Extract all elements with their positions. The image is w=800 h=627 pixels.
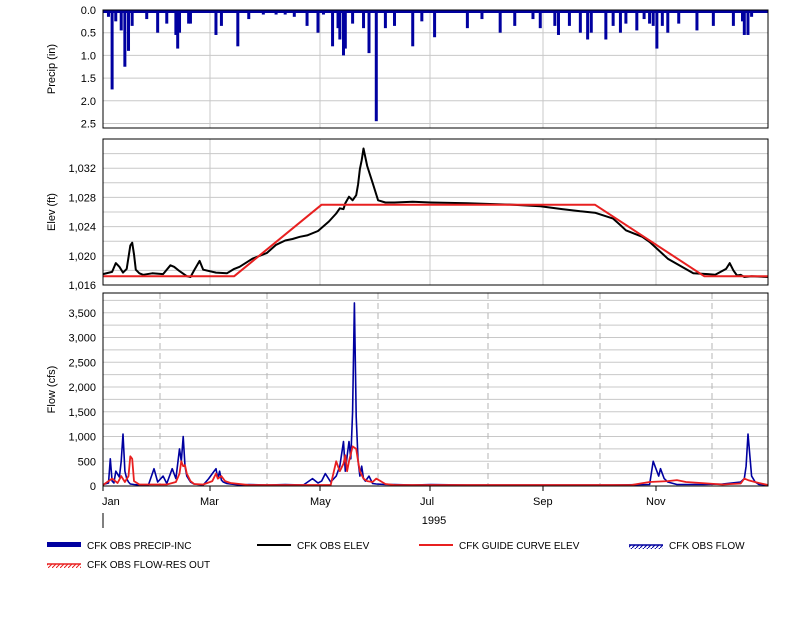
legend-precip: CFK OBS PRECIP-INC [47,541,191,552]
flow-y-tick: 1,500 [68,407,96,419]
precip-bar [316,10,320,33]
flow-y-tick: 3,500 [68,308,96,320]
precip-bar [498,10,502,33]
grid-layer [103,9,768,487]
precip-y-tick: 1.5 [81,73,96,85]
flow-y-tick: 3,000 [68,333,96,345]
legend-guide: CFK GUIDE CURVE ELEV [419,541,580,552]
precip-bar [178,10,182,33]
precip-bar [236,10,240,47]
precip-bar [433,10,437,38]
elev-y-tick: 1,020 [68,251,96,263]
precip-bar [589,10,593,33]
precip-bar [578,10,582,33]
flow-y-tick: 0 [90,481,96,493]
x-tick-label: May [310,496,331,508]
precip-bar [635,10,639,31]
flow-y-tick: 500 [78,456,96,468]
legend-flow: CFK OBS FLOW [629,541,745,552]
precip-bar [556,10,560,35]
flow-series-line [102,302,769,486]
elev-y-tick: 1,024 [68,222,96,234]
elev-y-label: Elev (ft) [46,193,58,231]
elev-y-tick: 1,028 [68,192,96,204]
precip-bar [343,10,347,49]
precip-bar [338,10,342,40]
precip-bar [604,10,608,40]
precip-bar [655,10,659,49]
precip-bar [119,10,123,31]
x-tick-label: Jul [420,496,434,508]
precip-bar [367,10,371,54]
precip-bar [127,10,131,51]
elev-y-tick: 1,032 [68,163,96,175]
flow-y-tick: 1,000 [68,432,96,444]
resout-series-line [102,445,769,486]
data-layer [102,10,769,486]
precip-bar [695,10,699,31]
legend-label: CFK OBS FLOW-RES OUT [87,560,210,571]
precip-bar [123,10,127,67]
flow-y-tick: 2,500 [68,357,96,369]
elev-y-tick: 1,016 [68,280,96,292]
precip-bar [746,10,750,35]
precip-bar [156,10,160,33]
precip-bar [110,10,114,90]
precip-bar [666,10,670,33]
precip-y-tick: 1.0 [81,50,96,62]
legend-elev: CFK OBS ELEV [257,541,370,552]
legend-swatch [47,542,81,547]
legend-resout: CFK OBS FLOW-RES OUT [47,560,210,571]
legend-label: CFK OBS PRECIP-INC [87,541,191,552]
legend: CFK OBS PRECIP-INC CFK OBS ELEV CFK GUIDE … [47,541,745,571]
x-tick-label: Sep [533,496,553,508]
flow-y-tick: 2,000 [68,382,96,394]
year-label: 1995 [422,515,446,527]
precip-bar [411,10,415,47]
legend-label: CFK OBS ELEV [297,541,370,552]
precip-bar [214,10,218,35]
precip-y-tick: 2.0 [81,96,96,108]
guide-curve-line [103,203,768,278]
hydrograph-chart: 0.0 0.5 1.0 1.5 2.0 2.5 Precip (in) 1,016 1,020 1… [46,5,769,571]
precip-y-label: Precip (in) [46,44,58,94]
flow-y-label: Flow (cfs) [46,366,58,414]
precip-bar [742,10,746,35]
x-tick-label: Nov [646,496,666,508]
precip-bar [331,10,335,47]
precip-y-tick: 0.0 [81,5,96,17]
precip-bar [374,10,378,122]
plot-frame [102,292,769,487]
precip-bar [618,10,622,33]
x-tick-label: Jan [102,496,120,508]
precip-bar [586,10,590,40]
x-tick-label: Mar [200,496,219,508]
precip-y-tick: 0.5 [81,28,96,40]
legend-label: CFK GUIDE CURVE ELEV [459,541,580,552]
precip-y-tick: 2.5 [81,118,96,130]
legend-label: CFK OBS FLOW [669,541,745,552]
